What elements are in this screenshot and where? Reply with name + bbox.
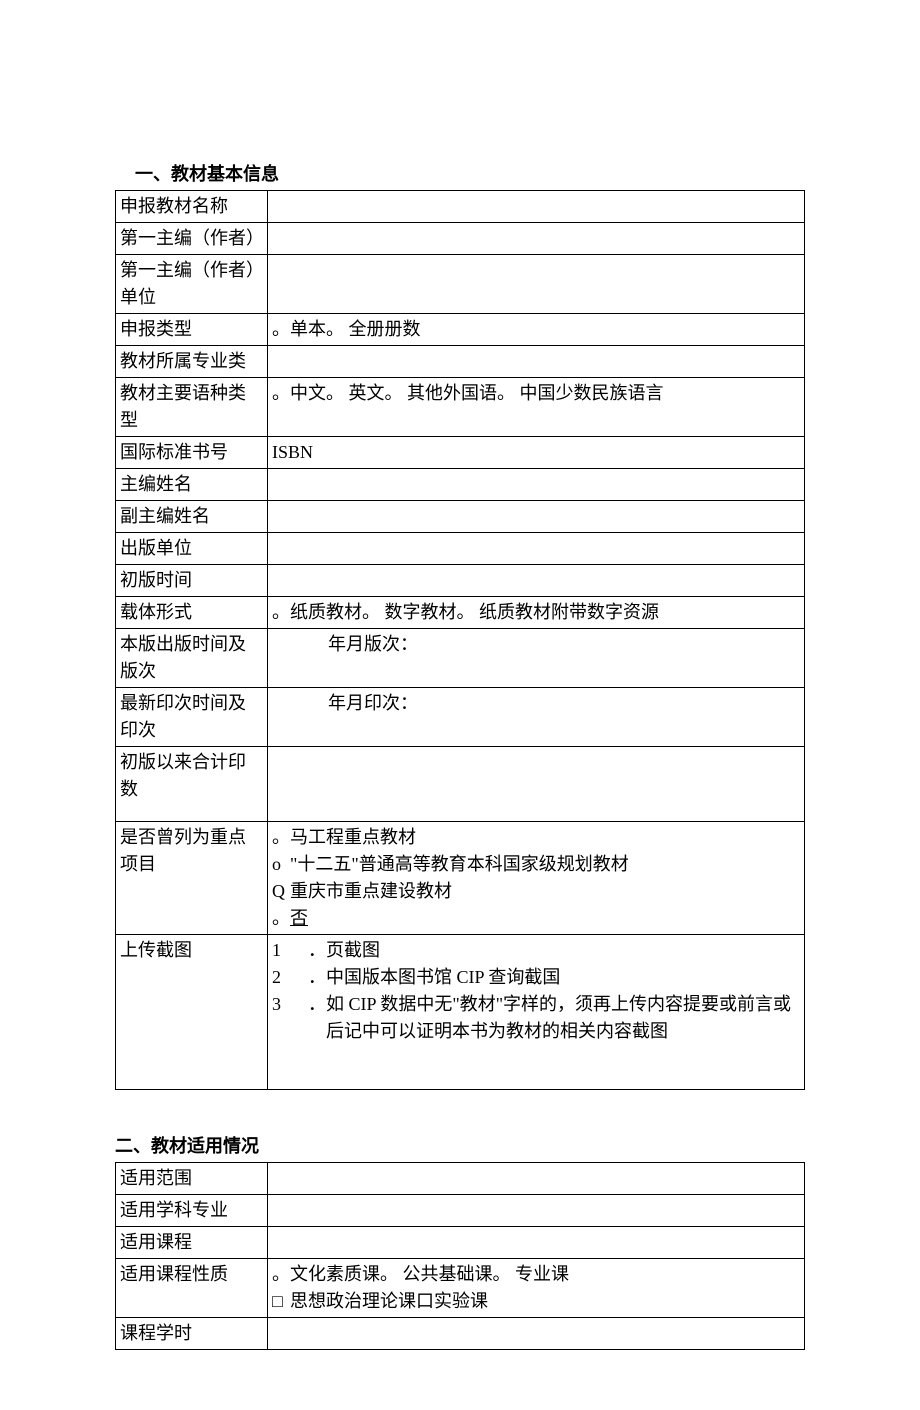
label-total-print: 初版以来合计印数 bbox=[116, 747, 268, 822]
value-print: 年月印次： bbox=[268, 688, 805, 747]
value-course-type: 。文化素质课。 公共基础课。 专业课 □思想政治理论课口实验课 bbox=[268, 1259, 805, 1318]
table-row: 初版以来合计印数 bbox=[116, 747, 805, 822]
table-row: 载体形式 。纸质教材。 数字教材。 纸质教材附带数字资源 bbox=[116, 597, 805, 629]
table-row: 课程学时 bbox=[116, 1318, 805, 1350]
radio-icon[interactable]: 。 bbox=[272, 905, 290, 932]
value-publisher bbox=[268, 533, 805, 565]
value-key-project: 。马工程重点教材 o"十二五"普通高等教育本科国家级规划教材 Q重庆市重点建设教… bbox=[268, 822, 805, 935]
value-lang: 。中文。 英文。 其他外国语。 中国少数民族语言 bbox=[268, 378, 805, 437]
value-total-print bbox=[268, 747, 805, 822]
value-isbn: ISBN bbox=[268, 437, 805, 469]
label-course: 适用课程 bbox=[116, 1227, 268, 1259]
table-row: 上传截图 1．页截图 2．中国版本图书馆 CIP 查询截国 3．如 CIP 数据… bbox=[116, 935, 805, 1090]
table-row: 最新印次时间及印次 年月印次： bbox=[116, 688, 805, 747]
value-type: 。单本。 全册册数 bbox=[268, 314, 805, 346]
label-lang: 教材主要语种类型 bbox=[116, 378, 268, 437]
table-row: 申报类型 。单本。 全册册数 bbox=[116, 314, 805, 346]
value-course bbox=[268, 1227, 805, 1259]
value-author-unit bbox=[268, 255, 805, 314]
section-2-title: 二、教材适用情况 bbox=[115, 1132, 805, 1158]
value-subeditor bbox=[268, 501, 805, 533]
table-row: 申报教材名称 bbox=[116, 191, 805, 223]
label-key-project: 是否曾列为重点项目 bbox=[116, 822, 268, 935]
table-row: 教材主要语种类型 。中文。 英文。 其他外国语。 中国少数民族语言 bbox=[116, 378, 805, 437]
table-row: 教材所属专业类 bbox=[116, 346, 805, 378]
table-row: 副主编姓名 bbox=[116, 501, 805, 533]
value-name bbox=[268, 191, 805, 223]
table-row: 第一主编（作者）单位 bbox=[116, 255, 805, 314]
radio-icon[interactable]: 。 bbox=[272, 380, 290, 407]
label-publisher: 出版单位 bbox=[116, 533, 268, 565]
radio-icon[interactable]: Q bbox=[272, 878, 290, 905]
table-row: 本版出版时间及版次 年月版次： bbox=[116, 629, 805, 688]
radio-icon[interactable]: o bbox=[272, 851, 290, 878]
label-isbn: 国际标准书号 bbox=[116, 437, 268, 469]
table-row: 适用课程 bbox=[116, 1227, 805, 1259]
table-row: 适用范围 bbox=[116, 1163, 805, 1195]
radio-icon[interactable]: 。 bbox=[272, 1261, 290, 1288]
value-author bbox=[268, 223, 805, 255]
table-row: 是否曾列为重点项目 。马工程重点教材 o"十二五"普通高等教育本科国家级规划教材… bbox=[116, 822, 805, 935]
table-row: 第一主编（作者） bbox=[116, 223, 805, 255]
table-row: 出版单位 bbox=[116, 533, 805, 565]
label-print: 最新印次时间及印次 bbox=[116, 688, 268, 747]
label-editor: 主编姓名 bbox=[116, 469, 268, 501]
label-scope: 适用范围 bbox=[116, 1163, 268, 1195]
label-major: 教材所属专业类 bbox=[116, 346, 268, 378]
table-row: 适用课程性质 。文化素质课。 公共基础课。 专业课 □思想政治理论课口实验课 bbox=[116, 1259, 805, 1318]
label-author-unit: 第一主编（作者）单位 bbox=[116, 255, 268, 314]
label-medium: 载体形式 bbox=[116, 597, 268, 629]
table-row: 适用学科专业 bbox=[116, 1195, 805, 1227]
value-subject bbox=[268, 1195, 805, 1227]
label-firstpub: 初版时间 bbox=[116, 565, 268, 597]
table-row: 国际标准书号ISBN bbox=[116, 437, 805, 469]
radio-icon[interactable]: 。 bbox=[272, 599, 290, 626]
label-edition: 本版出版时间及版次 bbox=[116, 629, 268, 688]
label-subject: 适用学科专业 bbox=[116, 1195, 268, 1227]
value-screenshot: 1．页截图 2．中国版本图书馆 CIP 查询截国 3．如 CIP 数据中无"教材… bbox=[268, 935, 805, 1090]
label-name: 申报教材名称 bbox=[116, 191, 268, 223]
label-screenshot: 上传截图 bbox=[116, 935, 268, 1090]
value-scope bbox=[268, 1163, 805, 1195]
value-major bbox=[268, 346, 805, 378]
label-course-type: 适用课程性质 bbox=[116, 1259, 268, 1318]
value-editor bbox=[268, 469, 805, 501]
value-hours bbox=[268, 1318, 805, 1350]
value-edition: 年月版次： bbox=[268, 629, 805, 688]
checkbox-icon[interactable]: □ bbox=[272, 1288, 290, 1315]
label-author: 第一主编（作者） bbox=[116, 223, 268, 255]
section-1-title: 一、教材基本信息 bbox=[135, 160, 805, 186]
label-type: 申报类型 bbox=[116, 314, 268, 346]
label-subeditor: 副主编姓名 bbox=[116, 501, 268, 533]
label-hours: 课程学时 bbox=[116, 1318, 268, 1350]
value-medium: 。纸质教材。 数字教材。 纸质教材附带数字资源 bbox=[268, 597, 805, 629]
value-firstpub bbox=[268, 565, 805, 597]
table-basic-info: 申报教材名称 第一主编（作者） 第一主编（作者）单位 申报类型 。单本。 全册册… bbox=[115, 190, 805, 1090]
table-applicability: 适用范围 适用学科专业 适用课程 适用课程性质 。文化素质课。 公共基础课。 专… bbox=[115, 1162, 805, 1350]
table-row: 主编姓名 bbox=[116, 469, 805, 501]
table-row: 初版时间 bbox=[116, 565, 805, 597]
checkbox-icon[interactable]: 口 bbox=[416, 1288, 434, 1315]
radio-icon[interactable]: 。 bbox=[272, 316, 290, 343]
radio-icon[interactable]: 。 bbox=[272, 824, 290, 851]
